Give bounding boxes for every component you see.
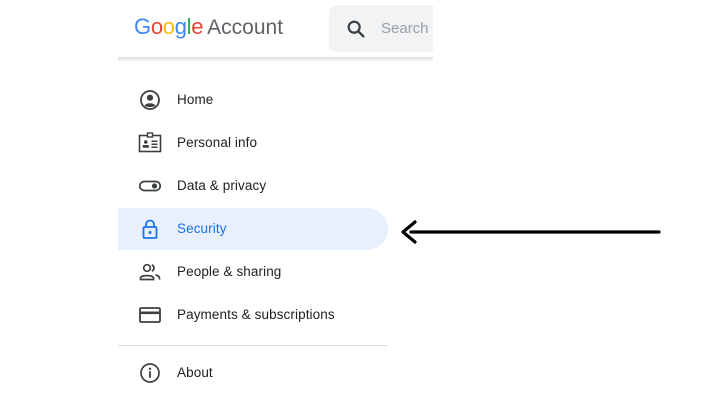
search-icon[interactable] xyxy=(345,18,367,40)
logo-letter: o xyxy=(162,14,175,39)
google-wordmark: Google xyxy=(134,14,203,40)
logo-account-text: Account xyxy=(207,16,284,39)
sidebar-divider xyxy=(118,345,388,346)
credit-card-icon xyxy=(138,304,162,326)
sidebar-item-label: Payments & subscriptions xyxy=(177,307,335,322)
sidebar-item-label: Security xyxy=(177,221,227,236)
info-icon xyxy=(138,362,162,384)
sidebar-item-label: People & sharing xyxy=(177,264,282,279)
sidebar-item-label: Data & privacy xyxy=(177,178,267,193)
logo-letter: o xyxy=(150,14,163,39)
header-shadow xyxy=(118,57,433,62)
sidebar-item-data-privacy[interactable]: Data & privacy xyxy=(118,165,388,207)
sidebar-item-security[interactable]: Security xyxy=(118,208,388,250)
sidebar-item-home[interactable]: Home xyxy=(118,79,388,121)
logo-letter: g xyxy=(174,14,187,39)
people-icon xyxy=(138,261,162,283)
google-account-logo[interactable]: Google Account xyxy=(134,14,283,44)
search-box[interactable] xyxy=(329,5,433,52)
sidebar-item-people-sharing[interactable]: People & sharing xyxy=(118,251,388,293)
sidebar-item-personal-info[interactable]: Personal info xyxy=(118,122,388,164)
id-card-icon xyxy=(138,132,162,154)
sidebar-item-payments[interactable]: Payments & subscriptions xyxy=(118,294,388,336)
left-arrow-icon xyxy=(401,220,661,244)
sidebar-item-about[interactable]: About xyxy=(118,352,388,394)
logo-letter: e xyxy=(191,14,204,39)
logo-letter: G xyxy=(134,14,151,39)
sidebar-item-label: Personal info xyxy=(177,135,258,150)
app-header: Google Account xyxy=(118,0,433,58)
lock-icon xyxy=(138,218,162,240)
toggle-icon xyxy=(138,175,162,197)
search-input[interactable] xyxy=(381,20,433,37)
sidebar-item-label: Home xyxy=(177,92,214,107)
home-account-icon xyxy=(138,89,162,111)
sidebar-item-label: About xyxy=(177,365,213,380)
